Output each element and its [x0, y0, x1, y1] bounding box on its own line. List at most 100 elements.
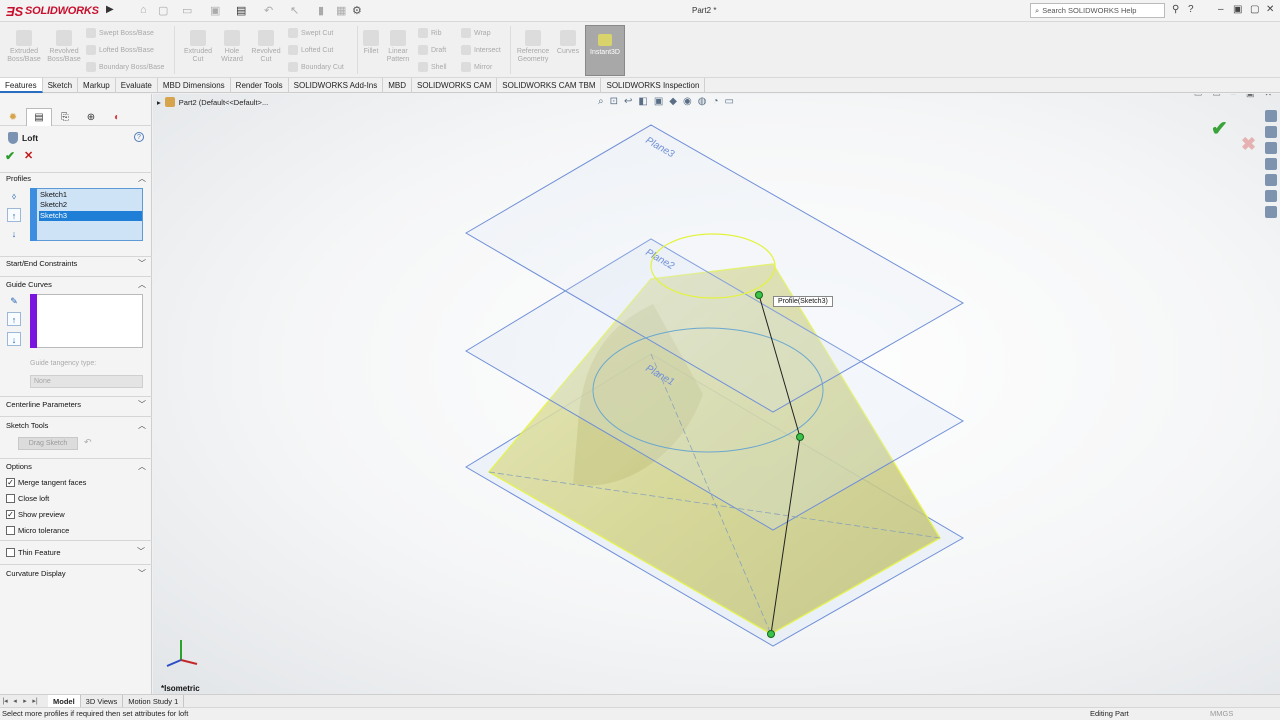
swept-boss-button[interactable]: Swept Boss/Base: [86, 28, 154, 38]
tab-sketch[interactable]: Sketch: [43, 78, 79, 93]
forum-icon[interactable]: [1265, 206, 1277, 218]
tab-mbd-dimensions[interactable]: MBD Dimensions: [158, 78, 231, 93]
doc-minimize-icon[interactable]: –: [1231, 94, 1236, 99]
solidworks-logo[interactable]: ƎS SOLIDWORKS: [6, 3, 99, 19]
configuration-manager-tab-icon[interactable]: ⎘: [52, 108, 78, 126]
merge-tangent-faces-checkbox[interactable]: ✓ Merge tangent faces: [6, 476, 86, 488]
sketch-tools-header[interactable]: Sketch Tools ︿: [0, 419, 152, 433]
boundary-cut-button[interactable]: Boundary Cut: [288, 62, 344, 72]
tile-icon[interactable]: ▭: [1194, 94, 1203, 99]
list-item-selected[interactable]: Sketch3: [39, 211, 142, 221]
apply-scene-icon[interactable]: ◔: [712, 96, 718, 107]
list-item[interactable]: Sketch1: [39, 190, 142, 200]
previous-view-icon[interactable]: ↩: [624, 96, 632, 107]
close-window-icon[interactable]: ✕: [1266, 4, 1274, 15]
user-icon[interactable]: ⚲: [1172, 4, 1179, 15]
tab-solidworks-cam-tbm[interactable]: SOLIDWORKS CAM TBM: [497, 78, 602, 93]
document-properties-icon[interactable]: ▭: [1212, 94, 1221, 99]
rebuild-icon[interactable]: ▮: [318, 4, 324, 17]
next-tab-icon[interactable]: ▸: [20, 697, 30, 705]
guide-move-down-icon[interactable]: ↓: [7, 332, 21, 346]
dimxpert-manager-tab-icon[interactable]: ⊕: [78, 108, 104, 126]
undo-sketch-drag-icon[interactable]: ↶: [84, 437, 92, 448]
graphics-area[interactable]: Plane3 Plane2 Plane1 ▸ Part2 (Default<<D…: [153, 94, 1280, 694]
previous-tab-icon[interactable]: ◂: [10, 697, 20, 705]
section-view-icon[interactable]: ◧: [638, 96, 647, 107]
guide-curves-list[interactable]: [30, 294, 143, 348]
checkbox-checked[interactable]: ✓: [6, 509, 15, 519]
custom-properties-icon[interactable]: [1265, 190, 1277, 202]
hole-wizard-button[interactable]: Hole Wizard: [216, 30, 248, 64]
open-document-icon[interactable]: ▭: [182, 4, 192, 17]
curvature-display-header[interactable]: Curvature Display ﹀: [0, 567, 152, 581]
options-header[interactable]: Options ︿: [0, 460, 152, 474]
view-palette-icon[interactable]: [1265, 158, 1277, 170]
solidworks-resources-icon[interactable]: [1265, 110, 1277, 122]
help-icon[interactable]: ?: [1188, 4, 1194, 15]
file-explorer-icon[interactable]: [1265, 142, 1277, 154]
confirmation-ok-icon[interactable]: ✔: [1211, 116, 1228, 141]
reference-geometry-button[interactable]: Reference Geometry: [513, 30, 553, 64]
appearances-icon[interactable]: [1265, 174, 1277, 186]
guide-curves-header[interactable]: Guide Curves ︿: [0, 278, 152, 292]
instant3d-button[interactable]: Instant3D: [585, 25, 625, 76]
file-properties-icon[interactable]: ▦: [336, 4, 346, 17]
restore-window-icon[interactable]: ▣: [1233, 4, 1242, 15]
tab-render-tools[interactable]: Render Tools: [231, 78, 289, 93]
tab-solidworks-cam[interactable]: SOLIDWORKS CAM: [412, 78, 498, 93]
tab-model[interactable]: Model: [48, 694, 81, 708]
view-orientation-icon[interactable]: ▣: [654, 96, 663, 107]
show-preview-checkbox[interactable]: ✓ Show preview: [6, 508, 65, 520]
mirror-button[interactable]: Mirror: [461, 62, 492, 72]
tab-3d-views[interactable]: 3D Views: [81, 694, 124, 708]
options-gear-icon[interactable]: ⚙: [352, 4, 362, 17]
view-settings-icon[interactable]: ▭: [725, 96, 734, 107]
micro-tolerance-checkbox[interactable]: Micro tolerance: [6, 524, 69, 536]
shell-button[interactable]: Shell: [418, 62, 447, 72]
revolved-boss-button[interactable]: Revolved Boss/Base: [45, 30, 83, 64]
move-up-icon[interactable]: ↑: [7, 208, 21, 222]
print-icon[interactable]: ▤: [236, 4, 246, 17]
minimize-window-icon[interactable]: –: [1218, 4, 1224, 15]
intersect-button[interactable]: Intersect: [461, 45, 501, 55]
curves-button[interactable]: Curves: [555, 30, 581, 56]
thin-feature-checkbox[interactable]: Thin Feature: [6, 546, 61, 558]
fillet-button[interactable]: Fillet: [360, 30, 382, 56]
cancel-x-icon[interactable]: ✕: [24, 149, 33, 162]
confirmation-cancel-icon[interactable]: ✖: [1241, 134, 1256, 155]
profiles-list[interactable]: Sketch1 Sketch2 Sketch3: [30, 188, 143, 241]
tab-markup[interactable]: Markup: [78, 78, 116, 93]
tab-mbd[interactable]: MBD: [383, 78, 413, 93]
help-search-input[interactable]: ⌕ Search SOLIDWORKS Help: [1030, 3, 1165, 18]
list-item[interactable]: Sketch2: [39, 200, 142, 210]
lofted-cut-button[interactable]: Lofted Cut: [288, 45, 333, 55]
centerline-parameters-header[interactable]: Centerline Parameters ﹀: [0, 398, 152, 412]
menu-expand-arrow-icon[interactable]: ▶: [106, 4, 114, 15]
tab-solidworks-addins[interactable]: SOLIDWORKS Add-Ins: [289, 78, 384, 93]
extruded-boss-button[interactable]: Extruded Boss/Base: [5, 30, 43, 64]
display-style-icon[interactable]: ◆: [669, 96, 677, 107]
start-end-constraints-header[interactable]: Start/End Constraints ﹀: [0, 257, 152, 271]
help-icon[interactable]: ?: [134, 132, 144, 142]
zoom-to-fit-icon[interactable]: ⌕: [598, 96, 604, 107]
extruded-cut-button[interactable]: Extruded Cut: [180, 30, 216, 64]
guide-move-up-icon[interactable]: ↑: [7, 312, 21, 326]
expand-arrow-icon[interactable]: ▸: [157, 98, 161, 107]
linear-pattern-button[interactable]: Linear Pattern: [383, 30, 413, 64]
new-document-icon[interactable]: ▢: [158, 4, 168, 17]
property-manager-tab-icon[interactable]: ▤: [26, 108, 52, 126]
home-icon[interactable]: ⌂: [140, 4, 147, 16]
checkbox-unchecked[interactable]: [6, 525, 15, 535]
first-tab-icon[interactable]: |◂: [0, 697, 10, 705]
maximize-window-icon[interactable]: ▢: [1250, 4, 1259, 15]
display-manager-tab-icon[interactable]: ◐: [104, 108, 130, 126]
wrap-button[interactable]: Wrap: [461, 28, 491, 38]
swept-cut-button[interactable]: Swept Cut: [288, 28, 333, 38]
hide-show-items-icon[interactable]: ◉: [683, 96, 692, 107]
unit-system[interactable]: MMGS: [1210, 708, 1233, 720]
close-loft-checkbox[interactable]: Close loft: [6, 492, 49, 504]
lofted-boss-button[interactable]: Lofted Boss/Base: [86, 45, 154, 55]
ok-check-icon[interactable]: ✔: [5, 149, 15, 163]
select-arrow-icon[interactable]: ↖: [290, 4, 299, 17]
tab-features[interactable]: Features: [0, 78, 43, 93]
